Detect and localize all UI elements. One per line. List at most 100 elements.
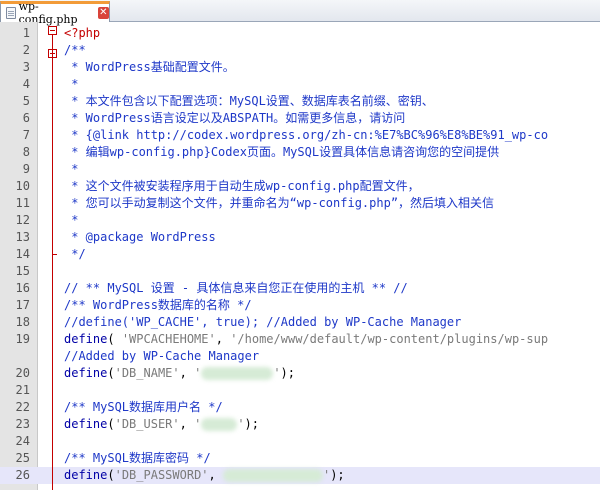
code-text: * 本文件包含以下配置选项：MySQL设置、数据库表名前缀、密钥、 [64,93,434,110]
code-text: * 您可以手动复制这个文件，并重命名为“wp-config.php”，然后填入相… [64,195,494,212]
line-number: 21 [15,383,30,397]
line-number: 12 [15,213,30,227]
fold-line [52,30,53,490]
code-token: , [208,468,223,482]
code-token: 'DB_NAME' [114,366,180,380]
code-token: ' [194,417,202,431]
code-token: // ** MySQL 设置 - 具体信息来自您正在使用的主机 ** // [64,281,408,295]
code-line[interactable]: 8 * 编辑wp-config.php}Codex页面。MySQL设置具体信息请… [0,144,600,161]
code-token: //define('WP_CACHE', true); //Added by W… [64,315,462,329]
code-text: * 编辑wp-config.php}Codex页面。MySQL设置具体信息请咨询… [64,144,499,161]
code-line[interactable]: 24 [0,433,600,450]
code-text: /** [64,42,86,59]
line-number: 8 [22,145,30,159]
code-text: * WordPress语言设定以及ABSPATH。如需更多信息，请访问 [64,110,405,127]
code-text: /** MySQL数据库用户名 */ [64,399,223,416]
code-token: 'WPCACHEHOME' [121,332,216,346]
code-text: * [64,161,78,178]
line-number: 5 [22,94,30,108]
code-token: define [64,332,108,346]
code-line[interactable]: 18 //define('WP_CACHE', true); //Added by… [0,314,600,331]
code-text: /** WordPress数据库的名称 */ [64,297,252,314]
code-line[interactable]: 1 <?php [0,25,600,42]
code-token: <?php [64,26,101,40]
code-line[interactable]: 12 * [0,212,600,229]
code-text: */ [64,246,86,263]
code-token: define [64,468,108,482]
redacted-value [201,367,274,380]
code-token: define [64,366,108,380]
line-number: 2 [22,43,30,57]
line-number: 1 [22,26,30,40]
code-token: * 编辑wp-config.php}Codex页面。MySQL设置具体信息请咨询… [64,145,500,159]
code-text: * @package WordPress [64,229,216,246]
code-line[interactable]: 23 define('DB_USER', ' '); [0,416,600,433]
code-line[interactable]: 4 * [0,76,600,93]
code-line[interactable]: 13 * @package WordPress [0,229,600,246]
redacted-value [201,418,238,431]
code-line[interactable]: 5 * 本文件包含以下配置选项：MySQL设置、数据库表名前缀、密钥、 [0,93,600,110]
line-number: 26 [15,468,30,482]
code-token: * {@link http://codex.wordpress.org/zh-c… [64,128,549,142]
code-line[interactable]: 6 * WordPress语言设定以及ABSPATH。如需更多信息，请访问 [0,110,600,127]
code-token: ( [107,417,115,431]
code-line[interactable]: 11 * 您可以手动复制这个文件，并重命名为“wp-config.php”，然后… [0,195,600,212]
code-line[interactable]: 10 * 这个文件被安装程序用于自动生成wp-config.php配置文件， [0,178,600,195]
code-token: * [64,77,79,91]
code-line[interactable]: 3 * WordPress基础配置文件。 [0,59,600,76]
code-text: /** MySQL数据库密码 */ [64,450,211,467]
line-number: 15 [15,264,30,278]
code-line[interactable]: 26 define('DB_PASSWORD', '); [0,467,600,484]
fold-toggle-icon[interactable] [48,26,57,35]
code-text: * [64,212,78,229]
code-line[interactable]: 19 define( 'WPCACHEHOME', '/home/www/defa… [0,331,600,348]
code-text: * WordPress基础配置文件。 [64,59,234,76]
line-number: 6 [22,111,30,125]
close-icon[interactable]: ✕ [97,7,110,19]
code-line[interactable]: 7 * {@link http://codex.wordpress.org/zh… [0,127,600,144]
code-token: * 您可以手动复制这个文件，并重命名为“wp-config.php”，然后填入相… [64,196,495,210]
line-number: 10 [15,179,30,193]
code-token: */ [64,247,86,261]
code-editor[interactable]: 1 <?php 2 /** 3 * WordPress基础配置文件。 4 * 5 * 本文件… [0,22,600,490]
code-token: ' [273,366,281,380]
code-token: ); [330,468,345,482]
code-line[interactable]: 16 // ** MySQL 设置 - 具体信息来自您正在使用的主机 ** // [0,280,600,297]
code-line[interactable]: 22 /** MySQL数据库用户名 */ [0,399,600,416]
code-token: * [64,162,79,176]
code-text: //Added by WP-Cache Manager [64,348,259,365]
code-token: /** WordPress数据库的名称 */ [64,298,252,312]
code-token: * @package WordPress [64,230,216,244]
redacted-value [222,469,323,482]
code-line[interactable]: 17 /** WordPress数据库的名称 */ [0,297,600,314]
code-line[interactable]: 20 define('DB_NAME', ' '); [0,365,600,382]
line-number: 9 [22,162,30,176]
line-number: 13 [15,230,30,244]
tab-bar: wp-config.php ✕ [0,0,600,26]
code-text: // ** MySQL 设置 - 具体信息来自您正在使用的主机 ** // [64,280,408,297]
line-number: 16 [15,281,30,295]
file-icon [6,7,16,19]
tab-wp-config[interactable]: wp-config.php ✕ [0,0,110,26]
code-token: ); [280,366,295,380]
code-line[interactable]: 9 * [0,161,600,178]
code-text: define( 'WPCACHEHOME', '/home/www/defaul… [64,331,548,348]
code-token: ( [107,366,115,380]
code-line[interactable]: 25 /** MySQL数据库密码 */ [0,450,600,467]
code-text: define('DB_NAME', ' '); [64,365,295,382]
code-line[interactable]: //Added by WP-Cache Manager [0,348,600,365]
line-number: 24 [15,434,30,448]
code-text: * 这个文件被安装程序用于自动生成wp-config.php配置文件， [64,178,419,195]
code-token: ' [194,366,202,380]
code-line[interactable]: 21 [0,382,600,399]
code-text: * {@link http://codex.wordpress.org/zh-c… [64,127,548,144]
code-token: , [215,332,231,346]
line-number: 18 [15,315,30,329]
code-line[interactable]: 15 [0,263,600,280]
code-token: ' [237,417,245,431]
code-line[interactable]: 14 */ [0,246,600,263]
fold-margin [47,22,59,490]
code-line[interactable]: 2 /** [0,42,600,59]
code-text: define('DB_PASSWORD', '); [64,467,345,484]
code-token: /** MySQL数据库用户名 */ [64,400,223,414]
